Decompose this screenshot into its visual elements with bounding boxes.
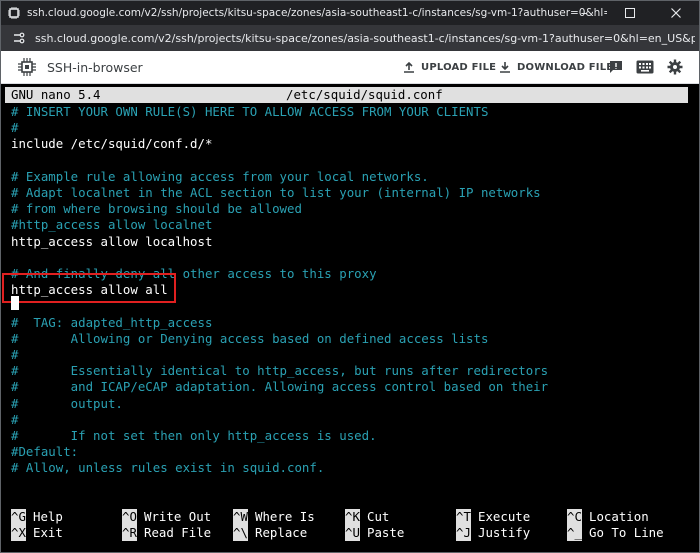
shortcut-key: ^_ [567,525,582,541]
editor-line[interactable]: include /etc/squid/conf.d/* [11,136,212,152]
shortcut-key: ^U [345,525,360,541]
download-file-button[interactable]: DOWNLOAD FILE [499,51,613,83]
shortcut-label: Justify [478,525,531,540]
editor-line[interactable]: # TAG: adapted_http_access [11,315,212,331]
terminal[interactable]: GNU nano 5.4/etc/squid/squid.conf # INSE… [1,84,699,552]
shortcut-key: ^R [122,525,137,541]
shortcut-label: Location [589,509,649,524]
shortcut-key: ^J [456,525,471,541]
nano-version: GNU nano 5.4 [11,87,101,102]
ssh-logo-icon [17,57,37,77]
maximize-icon[interactable] [607,1,653,25]
site-info-icon[interactable] [9,28,29,48]
editor-line[interactable]: #Default: [11,444,78,460]
upload-file-button[interactable]: UPLOAD FILE [403,51,496,83]
shortcut-key: ^X [11,525,26,541]
shortcut-label: Write Out [144,509,212,524]
editor-line[interactable]: # If not set then only http_access is us… [11,428,377,444]
shortcut-label: Read File [144,525,212,540]
text-cursor [11,296,19,310]
editor-line[interactable]: # INSERT YOUR OWN RULE(S) HERE TO ALLOW … [11,104,488,120]
editor-line[interactable]: # [11,412,18,428]
editor-line[interactable]: #http_access allow localnet [11,217,212,233]
nano-header: GNU nano 5.4/etc/squid/squid.conf [5,87,688,103]
upload-icon [404,61,414,73]
feedback-icon[interactable] [606,57,626,77]
download-icon [500,62,510,73]
close-icon[interactable] [653,1,699,25]
minimize-icon[interactable]: – [561,1,607,25]
editor-line[interactable]: # Adapt localnet in the ACL section to l… [11,185,541,201]
shortcut-key: ^G [11,509,26,525]
app-toolbar: SSH-in-browser UPLOAD FILE DOWNLOAD FILE [1,51,699,84]
shortcut-label: Go To Line [589,525,664,540]
app-title: SSH-in-browser [47,59,143,75]
shortcut-key: ^K [345,509,360,525]
keyboard-icon[interactable] [635,57,655,77]
editor-line[interactable]: # output. [11,396,123,412]
shortcut-label: Where Is [255,509,315,524]
editor-line[interactable]: # [11,120,18,136]
url-text[interactable]: ssh.cloud.google.com/v2/ssh/projects/kit… [35,32,695,45]
shortcut-label: Paste [367,525,405,540]
title-bar: ssh.cloud.google.com/v2/ssh/projects/kit… [1,1,699,25]
shortcut-label: Cut [367,509,390,524]
editor-line[interactable]: http_access allow localhost [11,234,212,250]
shortcut-label: Execute [478,509,531,524]
shortcut-label: Replace [255,525,308,540]
upload-file-label: UPLOAD FILE [421,61,497,73]
browser-window: ssh.cloud.google.com/v2/ssh/projects/kit… [0,0,700,553]
shortcut-label: Help [33,509,63,524]
shortcut-label: Exit [33,525,63,540]
download-file-label: DOWNLOAD FILE [517,61,614,73]
address-bar[interactable]: ssh.cloud.google.com/v2/ssh/projects/kit… [1,25,699,51]
shortcut-key: ^O [122,509,137,525]
file-path: /etc/squid/squid.conf [286,87,443,102]
editor-line[interactable]: # Allowing or Denying access based on de… [11,331,488,347]
editor-line[interactable]: # Allow, unless rules exist in squid.con… [11,460,324,476]
editor-line[interactable]: # from where browsing should be allowed [11,201,302,217]
shortcut-key: ^C [567,509,582,525]
shortcut-key: ^T [456,509,471,525]
editor-line[interactable]: # and ICAP/eCAP adaptation. Allowing acc… [11,379,548,395]
ssh-favicon-icon [7,6,21,20]
settings-gear-icon[interactable] [665,57,685,77]
shortcut-key: ^W [233,509,248,525]
editor-line[interactable]: # Example rule allowing access from your… [11,169,429,185]
window-title: ssh.cloud.google.com/v2/ssh/projects/kit… [27,7,607,19]
editor-line[interactable]: # [11,347,18,363]
highlight-box [2,273,176,303]
editor-line[interactable]: # Essentially identical to http_access, … [11,363,548,379]
shortcut-key: ^\ [233,525,248,541]
